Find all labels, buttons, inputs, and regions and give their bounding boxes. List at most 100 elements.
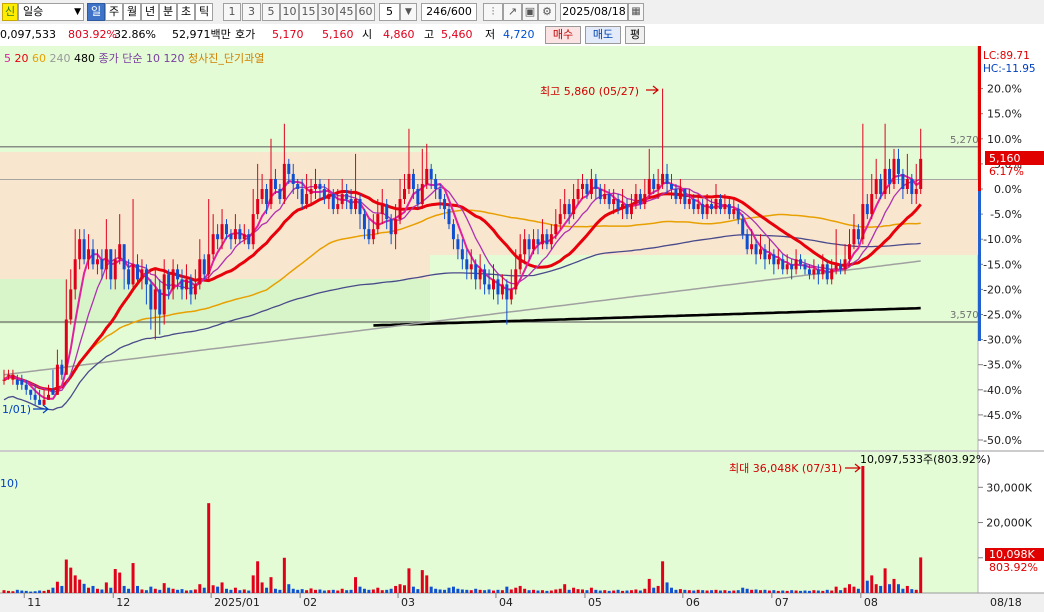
volume-tick-label-0: 30,000K [986,481,1032,494]
volume-bar-129 [576,589,580,593]
date-field[interactable]: 2025/08/18 [560,3,628,21]
interval-dropdown-icon[interactable]: ▼ [400,3,417,21]
candle-body-12 [55,364,59,395]
period-tab-2[interactable]: 월 [123,3,141,21]
volume-bar-155 [692,590,696,593]
interval-select[interactable]: 5 [379,3,400,21]
lc-label: LC:89.71 [983,50,1030,62]
minute-tab-30[interactable]: 30 [318,3,337,21]
candle-body-21 [95,259,99,265]
candle-body-198 [883,168,887,195]
eval-button[interactable]: 평 [625,26,645,44]
volume-bar-70 [314,589,317,593]
period-tab-6[interactable]: 틱 [195,3,213,21]
candle-body-107 [478,269,482,280]
period-tab-1[interactable]: 주 [105,3,123,21]
candle-body-62 [278,189,282,200]
candle-body-63 [282,163,286,200]
date-tick-label-3: 02 [303,596,317,609]
candle-body-195 [870,194,874,215]
candle-body-43 [193,284,197,295]
date-tick-label-0: 11 [27,596,41,609]
candle-body-115 [514,269,518,290]
candle-body-183 [816,269,820,275]
candle-body-92 [411,173,415,189]
minute-tab-10[interactable]: 10 [280,3,299,21]
candle-body-97 [434,178,438,189]
volume-bar-5 [24,590,28,593]
candle-body-72 [322,189,326,200]
drawing-tool-icon[interactable]: ↗ [503,3,522,21]
settings-gear-icon[interactable]: ⚙ [538,3,556,21]
price-tick-label-8: -20.0% [983,283,1022,296]
volume-bar-144 [643,588,647,593]
legend-signal: 청사진_단기과열 [188,52,264,65]
volume-bar-140 [625,590,629,593]
candle-body-58 [260,189,264,200]
volume-bar-46 [207,503,211,593]
minute-tab-60[interactable]: 60 [356,3,375,21]
candle-body-15 [69,289,73,320]
period-tab-3[interactable]: 년 [141,3,159,21]
candle-body-0 [2,379,6,381]
candle-body-169 [754,244,758,255]
volume-bar-183 [816,590,820,593]
period-tab-0[interactable]: 일 [87,3,105,21]
volume-ma-label: 10) [0,477,18,490]
minute-tab-1[interactable]: 1 [223,3,241,21]
volume-bar-56 [251,575,255,593]
volume-bar-117 [523,588,527,593]
candle-body-67 [300,189,304,205]
minute-tab-3[interactable]: 3 [242,3,261,21]
volume-bar-9 [42,590,46,593]
candle-body-19 [87,249,91,260]
candle-body-4 [20,379,24,385]
bar-count-field[interactable]: 246/600 [421,3,477,21]
candle-type-icon[interactable]: ⫶ [483,3,503,21]
minute-tab-15[interactable]: 15 [299,3,318,21]
candle-body-132 [589,178,593,195]
minute-tab-45[interactable]: 45 [337,3,356,21]
minute-tab-5[interactable]: 5 [262,3,280,21]
candle-body-52 [233,229,237,240]
current-volume-pct: 803.92% [989,561,1038,574]
candle-body-127 [567,204,571,215]
candle-body-139 [621,204,625,210]
open-price: 4,860 [383,28,415,41]
candle-body-68 [305,194,309,205]
volume-bar-152 [678,589,682,593]
period-tab-4[interactable]: 분 [159,3,177,21]
candle-body-100 [447,209,451,225]
candle-body-37 [167,274,171,290]
level-lower-label: 3,570 [950,310,979,321]
period-tab-5[interactable]: 초 [177,3,195,21]
stock-tag-badge: 신 [2,3,18,21]
candle-body-116 [518,254,522,270]
volume-bar-63 [282,557,286,593]
volume-bar-14 [64,559,68,593]
candle-body-200 [892,158,896,184]
volume-bar-19 [87,587,91,593]
candle-body-138 [616,199,620,210]
volume-bar-15 [69,567,73,593]
calendar-icon[interactable]: ▦ [628,3,644,21]
candle-body-90 [403,189,406,200]
date-tick-label-2: 2025/01 [214,596,260,609]
volume-bar-12 [55,581,59,593]
volume-bar-32 [144,590,148,593]
current-volume-value: 10,098K [989,548,1035,561]
candle-body-76 [340,194,344,205]
stock-dropdown-icon[interactable]: ▼ [74,4,81,20]
volume-bar-179 [799,590,803,593]
candle-body-38 [171,269,175,290]
candle-body-124 [554,224,558,235]
stock-chart[interactable]: 20.0%15.0%10.0%5.0%0.0%-5.0%-10.0%-15.0%… [0,46,1044,612]
candle-body-122 [545,234,549,245]
buy-button[interactable]: 매수 [545,26,581,44]
candle-body-126 [563,204,567,215]
volume-bar-205 [914,589,918,593]
x-axis-bg [0,593,1044,612]
sell-button[interactable]: 매도 [585,26,621,44]
save-icon[interactable]: ▣ [522,3,538,21]
stock-name-input[interactable]: 일승 ▼ [18,3,84,21]
